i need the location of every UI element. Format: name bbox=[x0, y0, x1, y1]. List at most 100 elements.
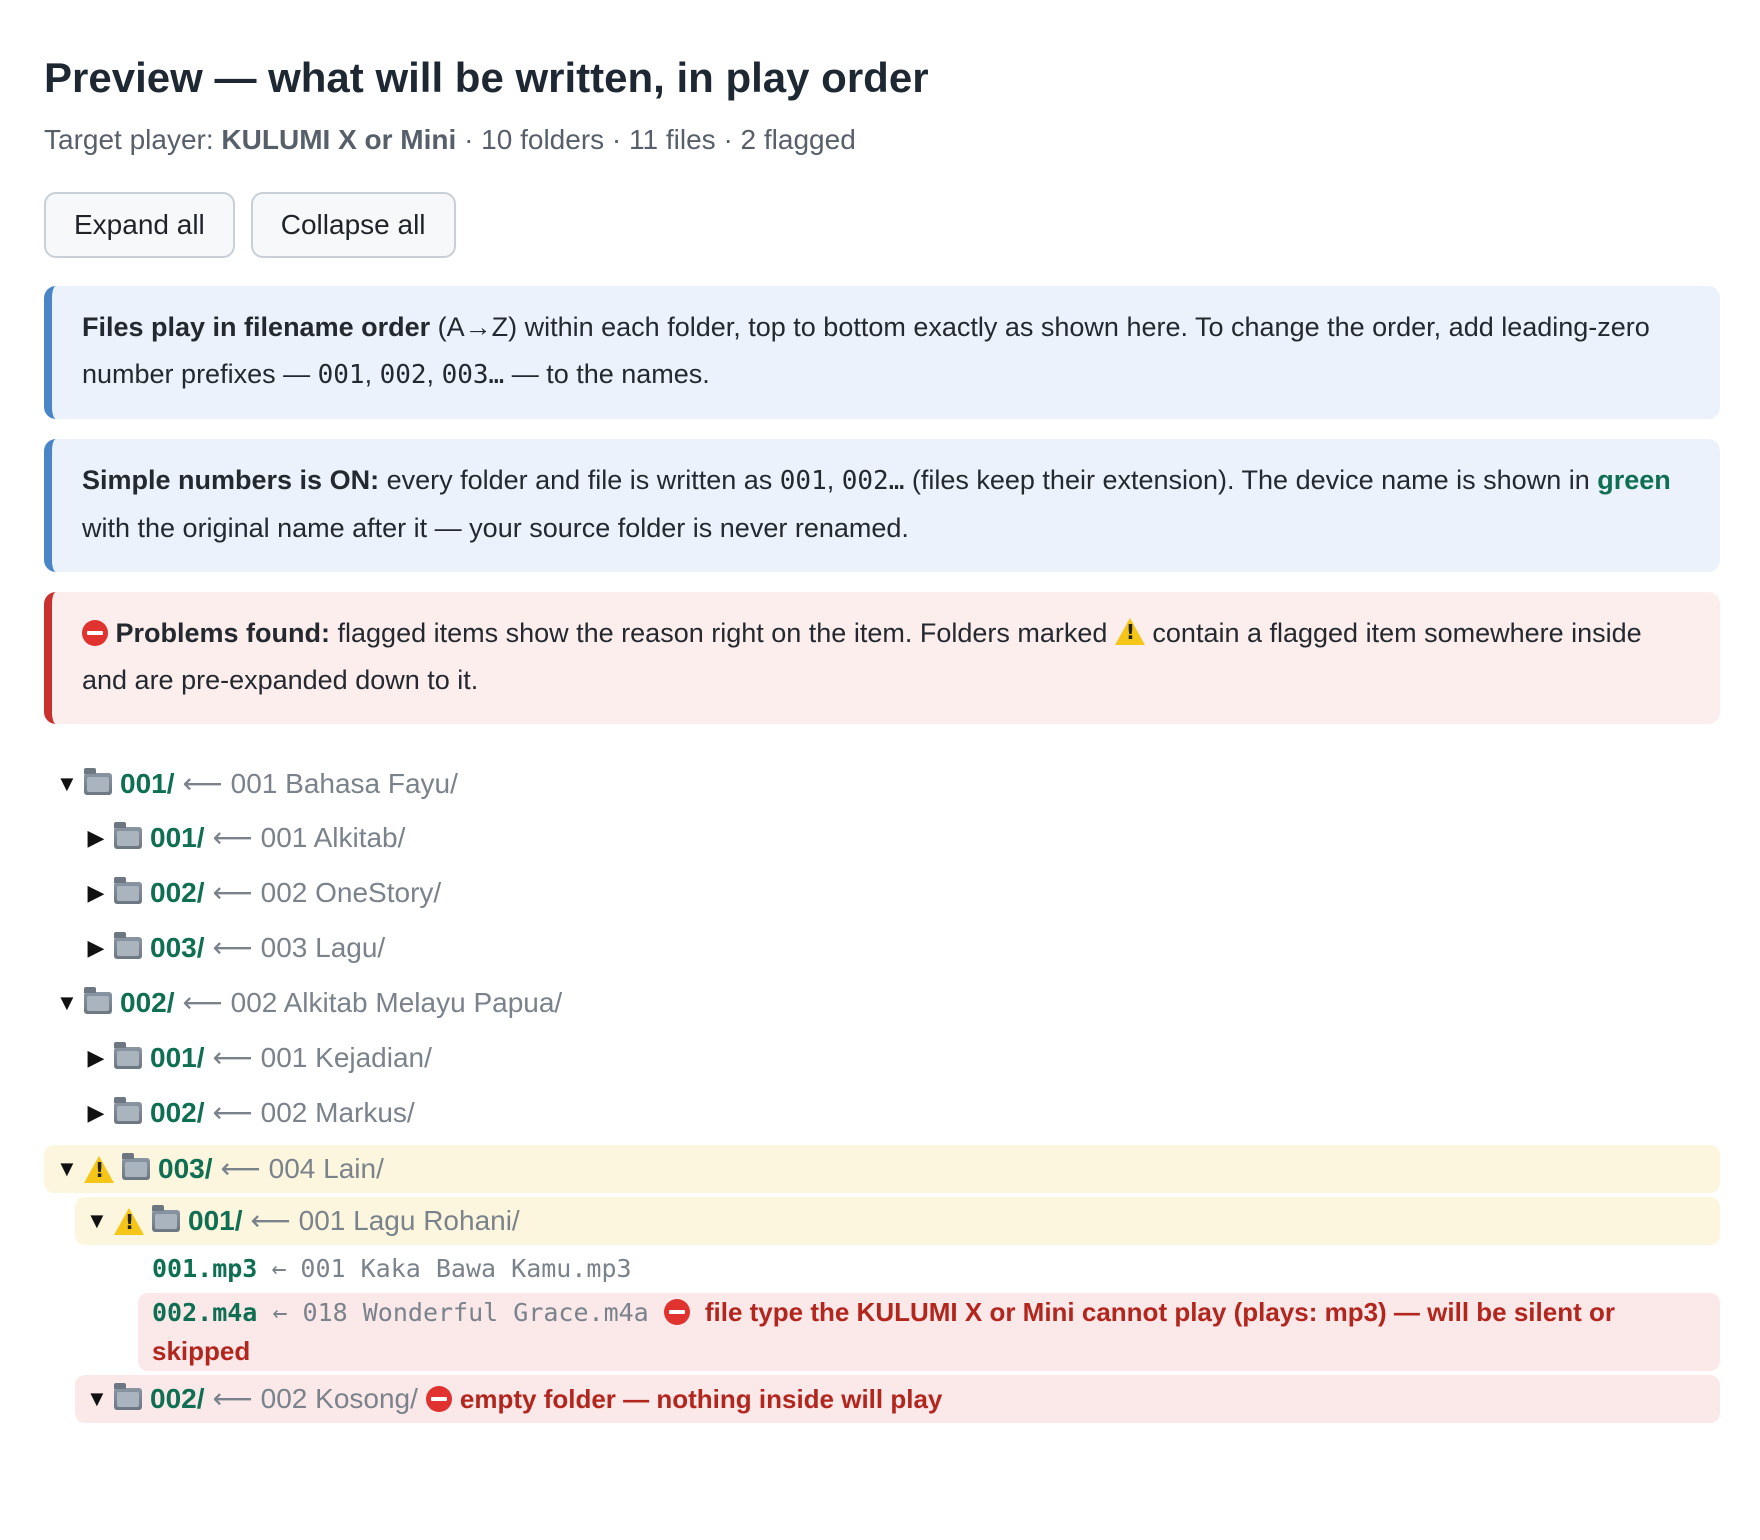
expanded-toggle-icon[interactable]: ▼ bbox=[86, 1197, 108, 1245]
collapsed-toggle-icon[interactable]: ▶ bbox=[86, 814, 106, 862]
folder-icon bbox=[84, 768, 112, 795]
simple-note-tail: with the original name after it — your s… bbox=[82, 513, 909, 543]
collapsed-toggle-icon[interactable]: ▶ bbox=[86, 1089, 106, 1137]
original-name: 003 Lagu/ bbox=[260, 931, 386, 963]
warning-icon bbox=[114, 1207, 144, 1235]
original-name: 002 Markus/ bbox=[260, 1096, 415, 1128]
order-note-heading: Files play in filename order bbox=[82, 312, 431, 342]
arrow-icon: ⟵ bbox=[212, 821, 253, 853]
tree-folder-row-flagged[interactable]: ▼ 002/ ⟵ 002 Kosong/ empty folder — noth… bbox=[75, 1375, 1720, 1423]
code-001: 001 bbox=[779, 466, 827, 496]
stop-icon bbox=[663, 1299, 690, 1325]
collapsed-toggle-icon[interactable]: ▶ bbox=[86, 924, 106, 972]
expanded-toggle-icon[interactable]: ▼ bbox=[56, 760, 78, 808]
expanded-toggle-icon[interactable]: ▼ bbox=[56, 1145, 78, 1193]
page-title: Preview — what will be written, in play … bbox=[44, 54, 929, 101]
green-word: green bbox=[1597, 465, 1671, 495]
original-name: 001 Kejadian/ bbox=[260, 1041, 432, 1073]
device-name: 001/ bbox=[120, 768, 175, 799]
original-name: 002 Alkitab Melayu Papua/ bbox=[230, 986, 563, 1018]
folder-icon bbox=[114, 1383, 142, 1410]
arrow-icon: ⟵ bbox=[182, 986, 223, 1018]
simple-numbers-note: Simple numbers is ON: every folder and f… bbox=[44, 439, 1720, 572]
device-name: 003/ bbox=[158, 1153, 213, 1184]
device-name: 002/ bbox=[150, 1096, 205, 1128]
arrow-icon: ← bbox=[271, 1254, 287, 1283]
sep: , bbox=[426, 359, 442, 389]
folder-icon bbox=[114, 821, 142, 849]
tree-folder-row[interactable]: ▶ 002/ ⟵ 002 OneStory/ bbox=[44, 865, 1720, 920]
simple-note-heading: Simple numbers is ON: bbox=[82, 465, 380, 495]
collapsed-toggle-icon[interactable]: ▶ bbox=[86, 869, 106, 917]
folder-icon bbox=[152, 1205, 180, 1232]
tree-folder-row[interactable]: ▶ 001/ ⟵ 001 Alkitab/ bbox=[44, 810, 1720, 865]
original-name: 004 Lain/ bbox=[268, 1153, 384, 1184]
arrow-icon: ⟵ bbox=[182, 768, 223, 799]
tree-folder-row[interactable]: ▼ 002/ ⟵ 002 Alkitab Melayu Papua/ bbox=[44, 975, 1720, 1030]
device-filename: 001.mp3 bbox=[152, 1254, 258, 1283]
arrow-icon: ⟵ bbox=[212, 876, 253, 908]
tree-file-row-flagged[interactable]: 002.m4a ← 018 Wonderful Grace.m4a file t… bbox=[138, 1293, 1720, 1371]
original-filename: 001 Kaka Bawa Kamu.mp3 bbox=[300, 1254, 632, 1283]
stop-icon bbox=[82, 620, 108, 646]
target-prefix: Target player: bbox=[44, 124, 222, 155]
tree-folder-row[interactable]: ▼ 001/ ⟵ 001 Bahasa Fayu/ bbox=[44, 758, 1720, 810]
stop-icon bbox=[425, 1386, 452, 1412]
order-note-tail: — to the names. bbox=[504, 359, 710, 389]
problems-note-text: flagged items show the reason right on t… bbox=[330, 618, 1115, 648]
expanded-toggle-icon[interactable]: ▼ bbox=[86, 1375, 108, 1423]
arrow-icon: ⟵ bbox=[212, 931, 253, 963]
collapsed-toggle-icon[interactable]: ▶ bbox=[86, 1034, 106, 1082]
order-note: Files play in filename order (A→Z) withi… bbox=[44, 286, 1720, 419]
device-filename: 002.m4a bbox=[152, 1298, 258, 1327]
arrow-icon: ⟵ bbox=[250, 1205, 291, 1236]
device-name: 001/ bbox=[150, 1041, 205, 1073]
tree-folder-row-flagged[interactable]: ▼ 003/ ⟵ 004 Lain/ bbox=[44, 1145, 1720, 1193]
arrow-icon: ⟵ bbox=[212, 1383, 253, 1414]
player-name: KULUMI X or Mini bbox=[221, 124, 457, 155]
warning-icon bbox=[1114, 618, 1145, 645]
error-reason: empty folder — nothing inside will play bbox=[459, 1384, 943, 1414]
original-filename: 018 Wonderful Grace.m4a bbox=[302, 1298, 649, 1327]
arrow-icon: ⟵ bbox=[220, 1153, 261, 1184]
tree-folder-row[interactable]: ▶ 003/ ⟵ 003 Lagu/ bbox=[44, 920, 1720, 975]
code-002: 002… bbox=[841, 466, 905, 496]
code-003: 003… bbox=[441, 360, 505, 390]
device-name: 002/ bbox=[150, 1383, 205, 1414]
tree-folder-row[interactable]: ▶ 001/ ⟵ 001 Kejadian/ bbox=[44, 1030, 1720, 1085]
folder-icon bbox=[122, 1153, 150, 1180]
warning-icon bbox=[84, 1155, 114, 1183]
tree-file-row[interactable]: 001.mp3 ← 001 Kaka Bawa Kamu.mp3 bbox=[44, 1245, 1720, 1293]
summary-counts: · 10 folders · 11 files · 2 flagged bbox=[456, 124, 856, 155]
subtitle: Target player: KULUMI X or Mini · 10 fol… bbox=[44, 120, 1720, 160]
folder-icon bbox=[114, 1041, 142, 1069]
simple-note-text-2: (files keep their extension). The device… bbox=[904, 465, 1598, 495]
folder-icon bbox=[84, 986, 112, 1014]
expand-all-button[interactable]: Expand all bbox=[44, 192, 235, 258]
code-001: 001 bbox=[317, 360, 365, 390]
folder-icon bbox=[114, 1096, 142, 1124]
sep: , bbox=[364, 359, 380, 389]
device-name: 001/ bbox=[150, 821, 205, 853]
original-name: 001 Lagu Rohani/ bbox=[298, 1205, 520, 1236]
device-name: 002/ bbox=[150, 876, 205, 908]
folder-icon bbox=[114, 931, 142, 959]
arrow-icon: ⟵ bbox=[212, 1096, 253, 1128]
folder-tree: ▼ 001/ ⟵ 001 Bahasa Fayu/ ▶ 001/ ⟵ 001 A… bbox=[44, 758, 1720, 1423]
tree-folder-row[interactable]: ▶ 002/ ⟵ 002 Markus/ bbox=[44, 1085, 1720, 1140]
expanded-toggle-icon[interactable]: ▼ bbox=[56, 979, 78, 1027]
simple-note-text: every folder and file is written as bbox=[379, 465, 780, 495]
device-name: 003/ bbox=[150, 931, 205, 963]
problems-note-heading: Problems found: bbox=[115, 618, 331, 648]
original-name: 002 OneStory/ bbox=[260, 876, 442, 908]
problems-note: Problems found: flagged items show the r… bbox=[44, 592, 1720, 724]
toolbar: Expand all Collapse all bbox=[44, 192, 1720, 258]
arrow-icon: ← bbox=[272, 1298, 288, 1327]
folder-icon bbox=[114, 876, 142, 904]
original-name: 001 Alkitab/ bbox=[260, 821, 406, 853]
tree-folder-row-flagged[interactable]: ▼ 001/ ⟵ 001 Lagu Rohani/ bbox=[75, 1197, 1720, 1245]
collapse-all-button[interactable]: Collapse all bbox=[250, 192, 456, 258]
code-002: 002 bbox=[379, 360, 427, 390]
device-name: 002/ bbox=[120, 986, 175, 1018]
arrow-icon: ⟵ bbox=[212, 1041, 253, 1073]
